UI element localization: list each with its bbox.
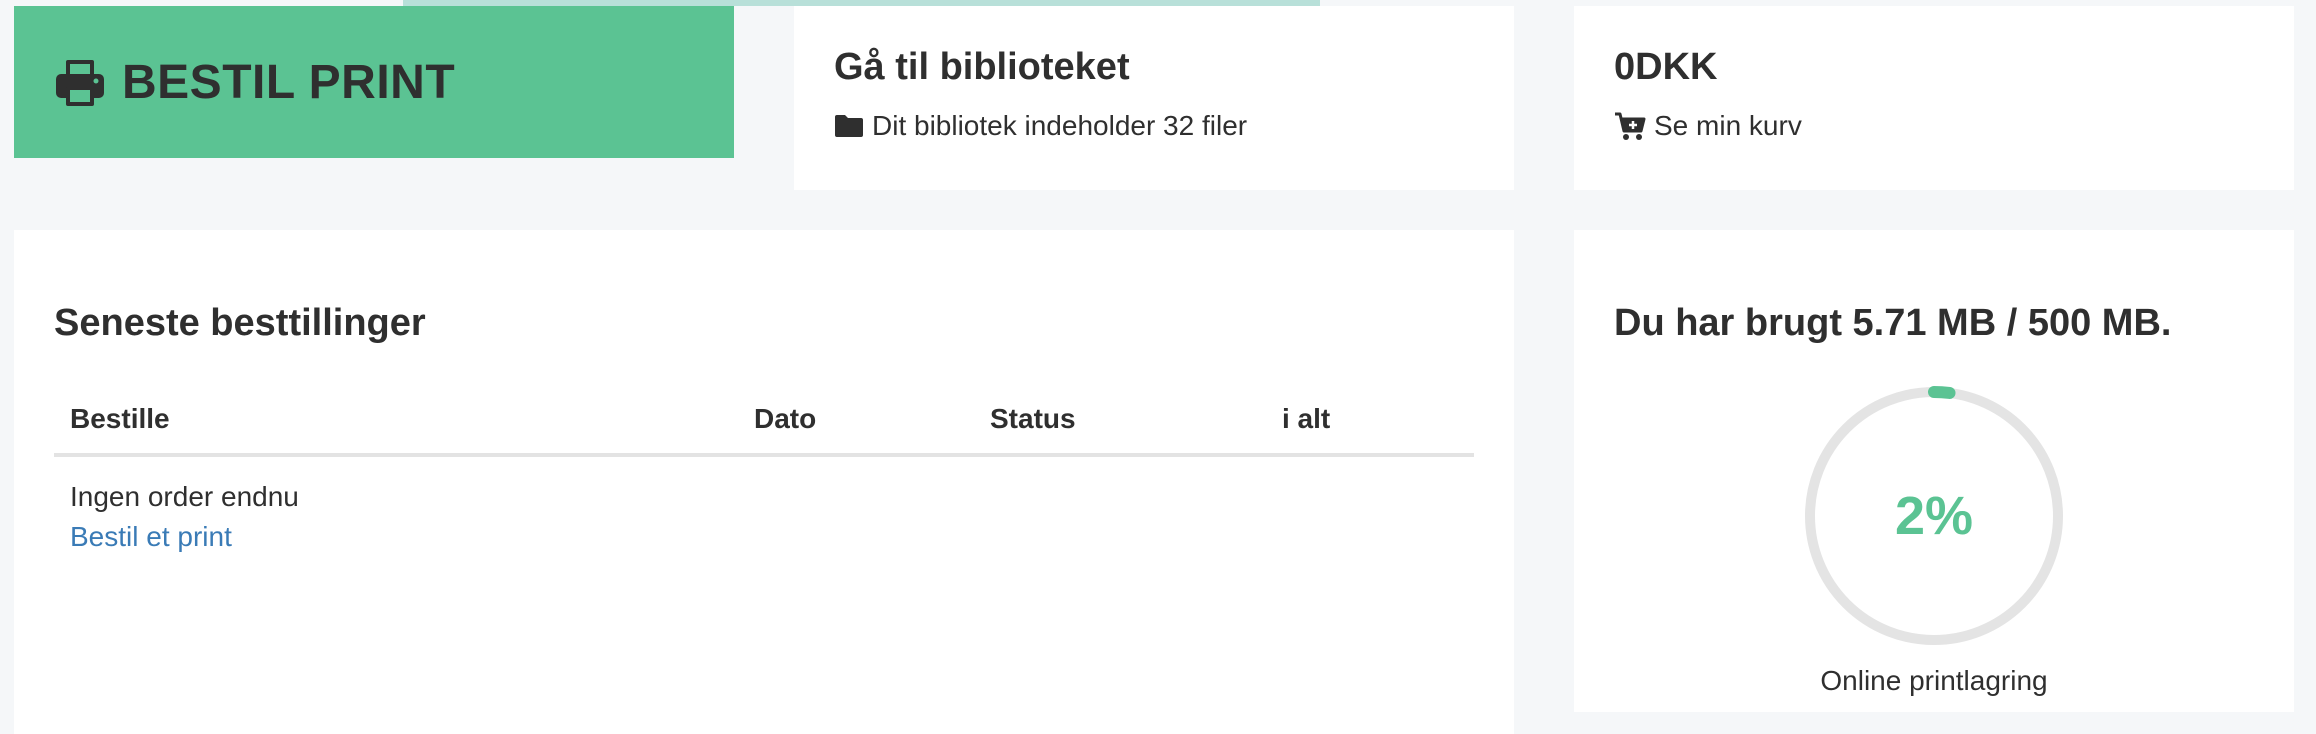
view-cart-label: Se min kurv: [1654, 109, 1802, 141]
storage-usage-title: Du har brugt 5.71 MB / 500 MB.: [1614, 302, 2172, 344]
view-cart-link[interactable]: Se min kurv: [1614, 110, 2254, 142]
order-print-link[interactable]: Bestil et print: [70, 517, 1458, 557]
order-print-button[interactable]: BESTIL PRINT: [14, 6, 734, 158]
library-card[interactable]: Gå til biblioteket Dit bibliotek indehol…: [794, 6, 1514, 190]
recent-orders-card: Seneste besttillinger Bestille Dato Stat…: [14, 230, 1514, 734]
printer-icon: [56, 60, 104, 106]
order-print-label: BESTIL PRINT: [122, 55, 456, 109]
recent-orders-title: Seneste besttillinger: [54, 302, 426, 344]
library-summary[interactable]: Dit bibliotek indeholder 32 filer: [834, 110, 1474, 142]
cart-icon: [1615, 112, 1646, 140]
dashboard: BESTIL PRINT Gå til biblioteket Dit bibl…: [0, 0, 2316, 734]
column-header-date: Dato: [738, 391, 974, 457]
storage-caption: Online printlagring: [1820, 665, 2048, 696]
storage-percent: 2%: [1894, 486, 1974, 546]
column-header-status: Status: [974, 391, 1266, 457]
no-orders-text: Ingen order endnu: [70, 481, 299, 512]
empty-orders-cell: Ingen order endnu Bestil et print: [54, 455, 1474, 577]
orders-header-row: Bestille Dato Status i alt: [54, 391, 1474, 457]
column-header-order: Bestille: [54, 391, 738, 457]
storage-gauge: 2%: [1799, 381, 2069, 651]
orders-table: Bestille Dato Status i alt Ingen order e…: [54, 391, 1474, 577]
library-title[interactable]: Gå til biblioteket: [834, 46, 1474, 90]
cart-total: 0DKK: [1614, 46, 1718, 88]
column-header-total: i alt: [1266, 391, 1474, 457]
storage-usage-card: Du har brugt 5.71 MB / 500 MB. 2% Online…: [1574, 230, 2294, 712]
folder-icon: [835, 114, 863, 137]
table-row: Ingen order endnu Bestil et print: [54, 455, 1474, 577]
cart-card[interactable]: 0DKK Se min kurv: [1574, 6, 2294, 190]
library-file-count: Dit bibliotek indeholder 32 filer: [872, 109, 1248, 141]
